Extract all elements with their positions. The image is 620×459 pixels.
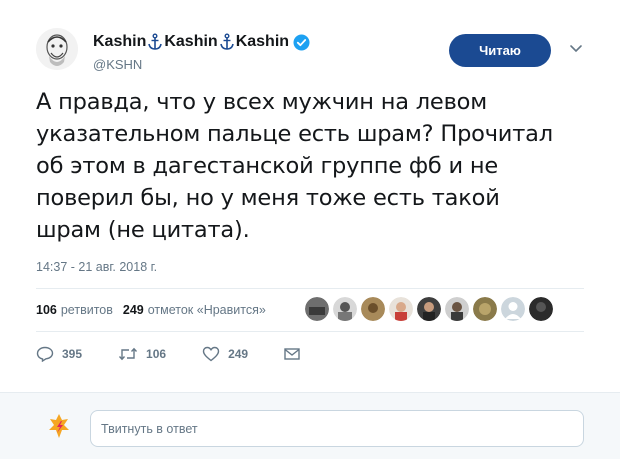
- author-handle[interactable]: @KSHN: [93, 57, 142, 72]
- liker-avatar[interactable]: [529, 297, 553, 321]
- tweet-card: Kashin Kashin Kashin @KSHN Читаю А правд…: [0, 0, 620, 390]
- verified-badge-icon: [293, 34, 310, 51]
- reply-count: 395: [62, 347, 83, 361]
- chevron-down-icon[interactable]: [569, 44, 583, 54]
- tweet-actions: 395 106 249: [36, 346, 344, 362]
- direct-message-button[interactable]: [284, 347, 308, 361]
- avatar-sketch-icon: [36, 28, 78, 70]
- liker-avatar[interactable]: [417, 297, 441, 321]
- divider: [36, 288, 584, 289]
- reply-button[interactable]: 395: [36, 346, 82, 362]
- tweet-timestamp[interactable]: 14:37 - 21 авг. 2018 г.: [36, 260, 157, 274]
- author-name[interactable]: Kashin Kashin Kashin: [93, 33, 310, 51]
- liker-avatar[interactable]: [333, 297, 357, 321]
- likers-avatars: [305, 297, 557, 321]
- like-count: 249: [228, 347, 249, 361]
- divider: [36, 331, 584, 332]
- anchor-icon: [219, 33, 235, 51]
- reply-user-avatar-icon: [49, 414, 69, 438]
- liker-avatar[interactable]: [501, 297, 525, 321]
- tweet-text-line: указательном пальце есть шрам? Прочитал: [36, 121, 553, 147]
- reply-icon: [36, 346, 54, 362]
- name-part-2: Kashin: [164, 33, 218, 50]
- liker-avatar[interactable]: [305, 297, 329, 321]
- liker-avatar[interactable]: [361, 297, 385, 321]
- retweet-button[interactable]: 106: [118, 347, 166, 361]
- likes-label: отметок «Нравится»: [147, 303, 266, 317]
- reply-input[interactable]: Твитнуть в ответ: [90, 410, 584, 447]
- tweet-text-line: шрам (не цитата).: [36, 217, 250, 243]
- retweet-icon: [119, 347, 138, 361]
- like-button[interactable]: 249: [202, 346, 248, 362]
- heart-icon: [202, 346, 220, 362]
- liker-avatar[interactable]: [445, 297, 469, 321]
- retweets-count: 106: [36, 303, 57, 317]
- retweets-stat[interactable]: 106 ретвитов: [36, 303, 113, 317]
- name-part-1: Kashin: [93, 33, 147, 50]
- tweet-stats: 106 ретвитов 249 отметок «Нравится»: [36, 303, 266, 317]
- tweet-text-line: об этом в дагестанской группе фб и не: [36, 153, 499, 179]
- retweet-count: 106: [146, 347, 167, 361]
- likes-count: 249: [122, 303, 144, 317]
- liker-avatar[interactable]: [389, 297, 413, 321]
- tweet-text: А правда, что у всех мужчин на левом ука…: [36, 86, 596, 246]
- liker-avatar[interactable]: [473, 297, 497, 321]
- reply-bar: Твитнуть в ответ: [0, 392, 620, 459]
- author-avatar[interactable]: [36, 28, 78, 70]
- retweets-label: ретвитов: [60, 303, 113, 317]
- likes-stat[interactable]: 249 отметок «Нравится»: [123, 303, 266, 317]
- tweet-text-line: А правда, что у всех мужчин на левом: [36, 89, 487, 115]
- anchor-icon: [147, 33, 163, 51]
- tweet-text-line: поверил бы, но у меня тоже есть такой: [36, 185, 500, 211]
- envelope-icon: [284, 348, 300, 360]
- name-part-3: Kashin: [235, 33, 290, 50]
- follow-button[interactable]: Читаю: [449, 34, 551, 67]
